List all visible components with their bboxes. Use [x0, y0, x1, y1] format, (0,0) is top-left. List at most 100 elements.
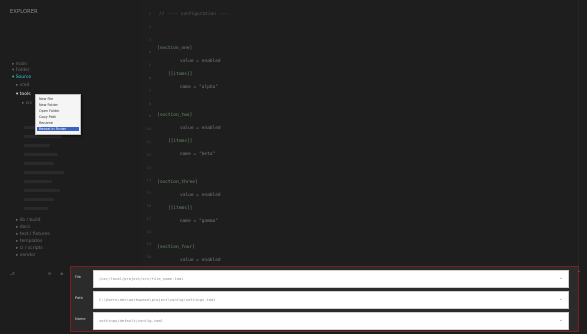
tree-item[interactable]: ▸ templates — [16, 239, 42, 244]
status-area: ⎇ ⟳ ⊗ — [0, 268, 70, 334]
line-number: 14 — [146, 178, 151, 183]
code-line: // ---- configuration ---- — [159, 12, 230, 17]
tree-item-faint[interactable] — [24, 144, 50, 147]
tree-item-faint[interactable] — [24, 162, 54, 165]
tree-item[interactable]: ▾ tools — [16, 92, 31, 97]
name-field[interactable]: settings/default/config.toml ⌄ — [93, 312, 569, 330]
menu-item-reveal[interactable]: Reveal in Finder — [37, 127, 79, 131]
code-line: value = enabled — [180, 126, 221, 131]
branch-icon[interactable]: ⎇ — [10, 271, 15, 276]
tree-item-faint[interactable] — [24, 135, 62, 138]
field-value: settings/default/config.toml — [99, 318, 164, 323]
tree-item[interactable]: ▸ lib / build — [16, 218, 41, 223]
error-icon[interactable]: ⊗ — [60, 271, 63, 276]
code-key-value: value = enabled — [180, 59, 221, 64]
code-line: [[items]] — [168, 206, 192, 211]
line-number-gutter: 1 2 3 4 5 6 7 8 9 10 11 12 13 14 15 16 17 18 19 20 — [140, 0, 154, 268]
code-line: name = "gamma" — [180, 219, 218, 224]
code-sub-value: name = "beta" — [180, 152, 216, 157]
field-value: /usr/local/project/src/file_name.toml — [99, 276, 184, 281]
line-number: 17 — [146, 216, 151, 221]
line-number: 19 — [146, 242, 151, 247]
tree-item[interactable]: ▸ ci / scripts — [16, 246, 43, 251]
chevron-down-icon[interactable]: ⌄ — [559, 296, 563, 302]
code-line: [section_three] — [157, 180, 198, 185]
menu-item-new-folder[interactable]: New Folder — [39, 103, 58, 107]
line-number: 10 — [146, 127, 151, 132]
file-field[interactable]: /usr/local/project/src/file_name.toml ⌄ — [93, 270, 569, 288]
code-line: value = enabled — [180, 193, 221, 198]
line-number: 15 — [146, 191, 151, 196]
input-panel: File /usr/local/project/src/file_name.to… — [70, 266, 579, 332]
line-number: 16 — [146, 204, 151, 208]
sync-icon[interactable]: ⟳ — [48, 271, 51, 276]
code-sub-head: [[items]] — [168, 206, 193, 211]
line-number: 8 — [148, 101, 151, 106]
code-key-value: value = enabled — [180, 126, 221, 131]
chevron-down-icon[interactable]: ⌄ — [559, 317, 563, 323]
line-number: 11 — [146, 140, 151, 144]
field-value: C:\Users\dev\workspace\project\config\se… — [99, 297, 216, 302]
code-section-head: [section_three] — [157, 180, 198, 185]
tree-item-faint[interactable] — [24, 153, 58, 156]
line-number: 3 — [148, 37, 151, 42]
code-line: value = enabled — [180, 59, 221, 64]
field-label: Name — [75, 317, 86, 321]
code-line: [section_one] — [157, 46, 192, 51]
code-sub-head: [[items]] — [168, 72, 193, 77]
context-menu: New File New Folder Open Folder Copy Pat… — [35, 94, 81, 135]
editor-scrollbar[interactable] — [578, 0, 579, 268]
panel-row: Name settings/default/config.toml ⌄ — [71, 310, 578, 330]
chevron-down-icon[interactable]: ⌄ — [559, 275, 563, 281]
tree-item[interactable]: ▾ Source — [12, 75, 31, 80]
menu-item-new-file[interactable]: New File — [39, 97, 53, 101]
path-field[interactable]: C:\Users\dev\workspace\project\config\se… — [93, 291, 569, 309]
tree-item-faint[interactable] — [24, 207, 48, 210]
tree-item[interactable]: ▸ docs — [16, 225, 30, 230]
panel-row: Path C:\Users\dev\workspace\project\conf… — [71, 289, 578, 309]
code-line: [section_two] — [157, 113, 192, 118]
panel-row: File /usr/local/project/src/file_name.to… — [71, 268, 578, 288]
tree-item[interactable]: ▾ Folder — [12, 68, 30, 73]
line-number: 6 — [148, 76, 151, 80]
explorer-title: EXPLORER — [10, 9, 38, 15]
code-line: name = "alpha" — [180, 85, 218, 90]
code-sub-value: name = "gamma" — [180, 219, 218, 224]
code-line: [[items]] — [168, 72, 192, 77]
line-number: 20 — [146, 255, 151, 260]
field-label: File — [75, 275, 82, 279]
menu-item-copy-path[interactable]: Copy Path — [39, 115, 56, 119]
line-number: 4 — [148, 50, 151, 55]
code-section-head: [section_two] — [157, 113, 193, 118]
code-sub-head: [[items]] — [168, 139, 193, 144]
line-number: 2 — [148, 24, 151, 29]
tree-item[interactable]: ▸ main — [12, 62, 27, 67]
code-section-head: [section_four] — [157, 245, 195, 250]
tree-item[interactable]: ▸ cmd — [16, 83, 29, 88]
tree-item[interactable]: ▸ src — [22, 101, 32, 106]
line-number: 18 — [146, 229, 151, 234]
code-section-head: [section_one] — [157, 46, 193, 51]
tree-item[interactable]: ▸ vendor — [16, 253, 35, 258]
line-number: 9 — [148, 114, 151, 119]
code-key-value: value = enabled — [180, 258, 221, 263]
tree-item-faint[interactable] — [24, 198, 54, 201]
panel-collapse-icon[interactable]: ⌄ — [577, 268, 581, 274]
menu-item-rename[interactable]: Rename — [39, 121, 53, 125]
code-line: [[items]] — [168, 139, 192, 144]
code-sub-value: name = "alpha" — [180, 85, 218, 90]
line-number: 13 — [146, 165, 151, 170]
tree-item-faint[interactable] — [24, 180, 52, 183]
field-label: Path — [75, 296, 83, 300]
tree-item[interactable]: ▸ test / fixtures — [16, 232, 50, 237]
menu-item-open-folder[interactable]: Open Folder — [39, 109, 60, 113]
line-number: 5 — [148, 63, 151, 68]
code-line: value = enabled — [180, 258, 221, 263]
code-key-value: value = enabled — [180, 193, 221, 198]
tree-item-faint[interactable] — [24, 171, 64, 174]
tree-item-faint[interactable] — [24, 189, 60, 192]
code-editor[interactable]: // ---- configuration ---- [section_one]… — [154, 0, 574, 268]
code-line: [section_four] — [157, 245, 195, 250]
code-line: name = "beta" — [180, 152, 215, 157]
line-number: 7 — [148, 88, 151, 93]
